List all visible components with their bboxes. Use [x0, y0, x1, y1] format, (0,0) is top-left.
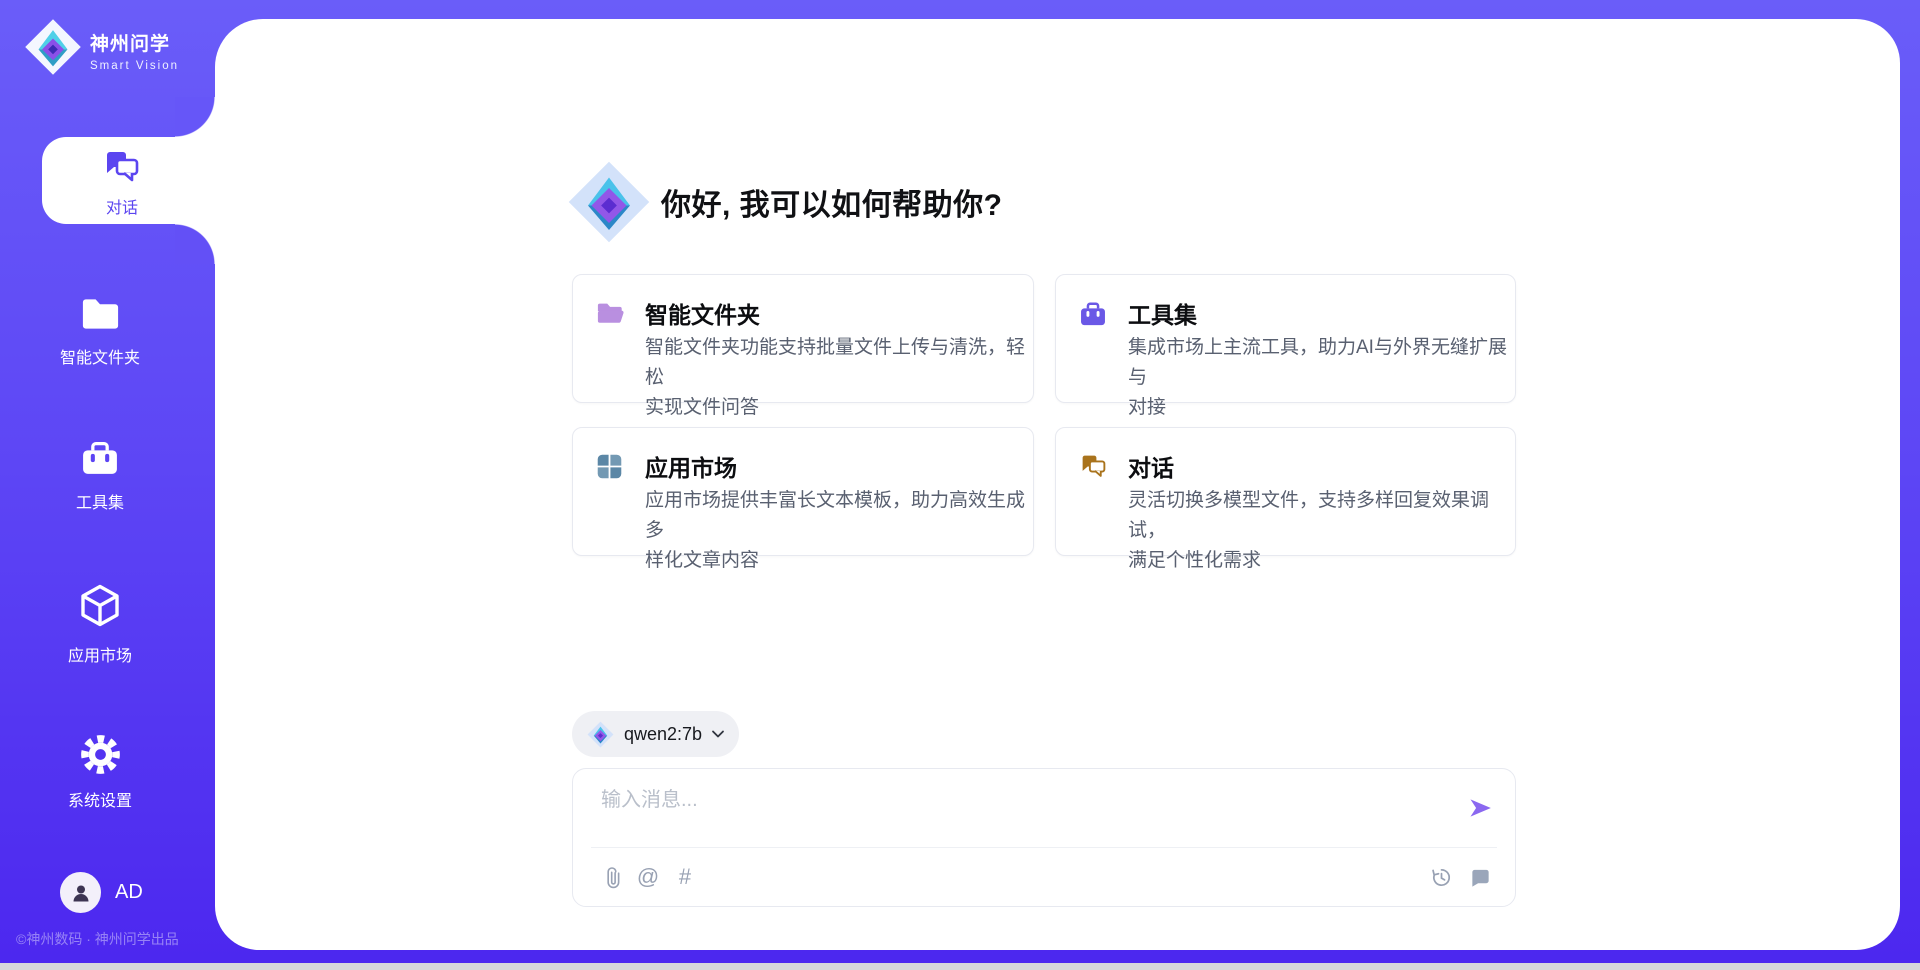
chat-log-button[interactable]: [1468, 864, 1492, 890]
at-icon: @: [637, 864, 659, 890]
briefcase-icon: [1078, 299, 1108, 328]
sidebar-item-label: 应用市场: [0, 642, 200, 666]
sidebar-item-label: 对话: [42, 194, 202, 218]
grid-icon: [595, 452, 624, 481]
sidebar-item-settings[interactable]: 系统设置: [0, 733, 200, 811]
attach-button[interactable]: [599, 864, 623, 890]
card-app-market[interactable]: 应用市场 应用市场提供丰富长文本模板，助力高效生成多 样化文章内容: [572, 427, 1034, 556]
model-name: qwen2:7b: [624, 724, 702, 745]
chat-bubbles-icon: [1078, 452, 1109, 481]
composer-toolbar-left: @ #: [599, 864, 697, 890]
sidebar-item-chat[interactable]: 对话: [42, 137, 215, 224]
tab-fillet-top: [175, 97, 215, 137]
card-description: 应用市场提供丰富长文本模板，助力高效生成多 样化文章内容: [645, 486, 1025, 576]
send-button[interactable]: [1466, 795, 1494, 821]
message-input[interactable]: [601, 783, 1451, 841]
folder-open-icon: [595, 299, 626, 327]
copyright-footer: ©神州数码 · 神州问学出品: [16, 929, 179, 949]
model-selector[interactable]: qwen2:7b: [572, 711, 739, 757]
paperclip-icon: [602, 865, 621, 890]
history-icon: [1430, 866, 1453, 889]
gear-icon: [79, 733, 122, 776]
brand-subtitle: Smart Vision: [90, 60, 179, 72]
folder-icon: [79, 293, 122, 333]
card-smart-folder[interactable]: 智能文件夹 智能文件夹功能支持批量文件上传与清洗，轻松 实现文件问答: [572, 274, 1034, 403]
card-chat[interactable]: 对话 灵活切换多模型文件，支持多样回复效果调试， 满足个性化需求: [1055, 427, 1516, 556]
model-diamond-icon: [587, 721, 614, 748]
sidebar: 神州问学 Smart Vision 对话 智能文件夹 工具集: [0, 0, 215, 970]
user-account[interactable]: AD: [60, 872, 143, 913]
avatar: [60, 872, 101, 913]
person-icon: [69, 881, 93, 905]
app-logo[interactable]: 神州问学 Smart Vision: [24, 18, 179, 76]
sidebar-item-toolset[interactable]: 工具集: [0, 437, 200, 513]
card-title: 对话: [1128, 449, 1174, 483]
brand-diamond-icon: [24, 18, 82, 76]
horizontal-scrollbar[interactable]: [0, 963, 1920, 970]
card-description: 灵活切换多模型文件，支持多样回复效果调试， 满足个性化需求: [1128, 486, 1508, 576]
cube-icon: [76, 581, 124, 631]
card-title: 智能文件夹: [645, 296, 760, 330]
history-button[interactable]: [1429, 864, 1453, 890]
topic-button[interactable]: #: [673, 864, 697, 890]
tab-fillet-bottom: [175, 224, 215, 264]
sidebar-item-market[interactable]: 应用市场: [0, 581, 200, 666]
user-name: AD: [115, 881, 143, 904]
brand-name: 神州问学: [90, 29, 179, 56]
mention-button[interactable]: @: [636, 864, 660, 890]
briefcase-icon: [79, 437, 121, 478]
card-description: 集成市场上主流工具，助力AI与外界无缝扩展与 对接: [1128, 333, 1508, 423]
card-description: 智能文件夹功能支持批量文件上传与清洗，轻松 实现文件问答: [645, 333, 1025, 423]
chevron-down-icon: [710, 726, 726, 742]
send-icon: [1466, 795, 1494, 821]
card-title: 应用市场: [645, 449, 737, 483]
chat-filled-icon: [1469, 866, 1492, 889]
composer-toolbar-right: [1429, 864, 1492, 890]
main-content-panel: 你好, 我可以如何帮助你? 智能文件夹 智能文件夹功能支持批量文件上传与清洗，轻…: [215, 19, 1900, 950]
card-title: 工具集: [1128, 296, 1197, 330]
composer-divider: [591, 847, 1497, 848]
feature-cards: 智能文件夹 智能文件夹功能支持批量文件上传与清洗，轻松 实现文件问答 工具集 集…: [572, 274, 1516, 556]
message-composer: @ #: [572, 768, 1516, 907]
greeting-diamond-icon: [567, 160, 651, 244]
greeting: 你好, 我可以如何帮助你?: [567, 160, 1003, 244]
sidebar-item-label: 工具集: [0, 489, 200, 513]
sidebar-item-folder[interactable]: 智能文件夹: [0, 293, 200, 368]
card-toolset[interactable]: 工具集 集成市场上主流工具，助力AI与外界无缝扩展与 对接: [1055, 274, 1516, 403]
hash-icon: #: [679, 864, 691, 890]
chat-bubbles-icon: [101, 147, 143, 187]
sidebar-item-label: 系统设置: [0, 787, 200, 811]
sidebar-item-label: 智能文件夹: [0, 344, 200, 368]
greeting-title: 你好, 我可以如何帮助你?: [661, 180, 1003, 224]
